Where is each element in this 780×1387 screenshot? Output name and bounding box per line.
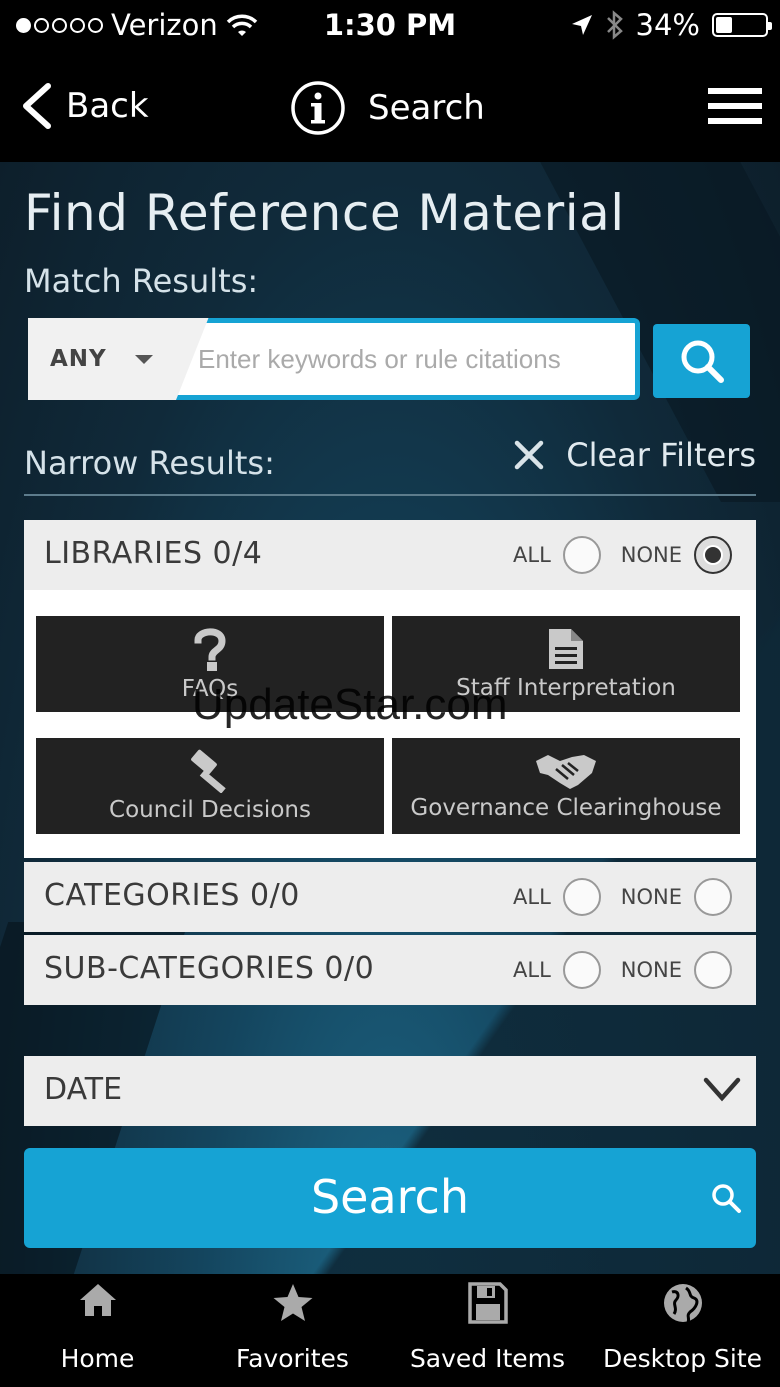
match-mode-value: ANY bbox=[50, 346, 107, 372]
libraries-title: LIBRARIES 0/4 bbox=[44, 536, 263, 571]
battery-icon bbox=[712, 13, 772, 37]
close-icon bbox=[514, 440, 544, 470]
library-tile-staff-interpretation[interactable]: Staff Interpretation bbox=[392, 616, 740, 712]
tab-label: Saved Items bbox=[409, 1344, 566, 1373]
libraries-all-radio[interactable] bbox=[562, 536, 601, 574]
libraries-radio-group: ALL NONE bbox=[513, 536, 732, 574]
location-arrow-icon bbox=[571, 15, 592, 35]
clear-filters-label: Clear Filters bbox=[566, 436, 756, 474]
nav-title: Search bbox=[368, 88, 485, 128]
library-tile-council-decisions[interactable]: Council Decisions bbox=[36, 738, 384, 834]
status-bar: Verizon 1:30 PM 34% bbox=[0, 0, 780, 52]
date-label: DATE bbox=[44, 1072, 123, 1107]
keyword-search-button[interactable] bbox=[653, 324, 750, 398]
narrow-results-label: Narrow Results: bbox=[24, 444, 275, 482]
search-icon bbox=[712, 1184, 741, 1213]
back-label: Back bbox=[66, 86, 149, 126]
subcategories-title: SUB-CATEGORIES 0/0 bbox=[44, 951, 375, 986]
gavel-icon bbox=[191, 749, 226, 793]
subcategories-none-radio[interactable] bbox=[694, 951, 732, 989]
navigation-bar: Back Search bbox=[0, 52, 780, 162]
tab-saved-items[interactable]: Saved Items bbox=[390, 1274, 585, 1387]
subcategories-all-radio[interactable] bbox=[562, 951, 601, 989]
chevron-left-icon bbox=[23, 83, 51, 129]
search-icon bbox=[681, 340, 724, 383]
tab-home[interactable]: Home bbox=[0, 1274, 195, 1387]
tab-label: Favorites bbox=[236, 1344, 349, 1373]
keyword-search-row: ANY bbox=[28, 318, 750, 400]
bottom-tab-bar: Home Favorites Saved Items Desktop Site bbox=[0, 1274, 780, 1387]
library-tile-label: Council Decisions bbox=[109, 797, 311, 823]
libraries-none-radio[interactable] bbox=[694, 536, 732, 574]
status-right: 34% bbox=[570, 8, 772, 42]
tab-label: Home bbox=[60, 1344, 135, 1373]
divider bbox=[24, 494, 756, 496]
bluetooth-icon bbox=[606, 10, 623, 40]
libraries-filter: LIBRARIES 0/4 ALL NONE FAQs Staff Interp… bbox=[24, 520, 756, 858]
document-icon bbox=[549, 629, 583, 669]
date-filter-dropdown[interactable]: DATE bbox=[24, 1056, 756, 1126]
question-icon bbox=[194, 628, 226, 671]
all-label: ALL bbox=[513, 885, 551, 909]
star-icon bbox=[273, 1284, 312, 1321]
all-label: ALL bbox=[513, 958, 551, 982]
tab-label: Desktop Site bbox=[602, 1344, 763, 1373]
info-icon[interactable] bbox=[290, 80, 346, 136]
library-tile-label: FAQs bbox=[181, 676, 239, 702]
library-tile-label: Staff Interpretation bbox=[456, 675, 676, 701]
home-icon bbox=[79, 1284, 116, 1316]
libraries-header: LIBRARIES 0/4 ALL NONE bbox=[24, 520, 756, 590]
battery-percent: 34% bbox=[635, 8, 700, 42]
handshake-icon bbox=[536, 755, 596, 789]
categories-title: CATEGORIES 0/0 bbox=[44, 878, 300, 913]
none-label: NONE bbox=[620, 543, 682, 567]
subcategories-radio-group: ALL NONE bbox=[513, 951, 732, 989]
library-tile-faqs[interactable]: FAQs bbox=[36, 616, 384, 712]
library-tile-label: Governance Clearinghouse bbox=[410, 795, 722, 821]
search-button[interactable]: Search bbox=[24, 1148, 756, 1248]
nav-title-group: Search bbox=[290, 80, 485, 136]
caret-down-icon bbox=[134, 354, 153, 364]
categories-filter: CATEGORIES 0/0 ALL NONE bbox=[24, 862, 756, 932]
clear-filters-button[interactable]: Clear Filters bbox=[514, 436, 756, 474]
match-results-label: Match Results: bbox=[24, 262, 259, 300]
search-page: Find Reference Material Match Results: A… bbox=[0, 162, 780, 1274]
none-label: NONE bbox=[620, 885, 682, 909]
chevron-down-icon bbox=[703, 1077, 741, 1102]
back-button[interactable]: Back bbox=[20, 82, 149, 130]
categories-all-radio[interactable] bbox=[562, 878, 601, 916]
search-button-label: Search bbox=[310, 1170, 470, 1224]
tab-favorites[interactable]: Favorites bbox=[195, 1274, 390, 1387]
battery-level bbox=[716, 17, 732, 33]
tab-desktop-site[interactable]: Desktop Site bbox=[585, 1274, 780, 1387]
categories-none-radio[interactable] bbox=[694, 878, 732, 916]
keyword-search-input[interactable] bbox=[198, 330, 630, 388]
library-tile-governance-clearinghouse[interactable]: Governance Clearinghouse bbox=[392, 738, 740, 834]
hamburger-menu-icon[interactable] bbox=[708, 88, 762, 126]
categories-radio-group: ALL NONE bbox=[513, 878, 732, 916]
subcategories-filter: SUB-CATEGORIES 0/0 ALL NONE bbox=[24, 935, 756, 1005]
save-icon bbox=[467, 1282, 508, 1324]
none-label: NONE bbox=[620, 958, 682, 982]
all-label: ALL bbox=[513, 543, 551, 567]
globe-icon bbox=[663, 1284, 702, 1323]
page-title: Find Reference Material bbox=[24, 184, 625, 242]
